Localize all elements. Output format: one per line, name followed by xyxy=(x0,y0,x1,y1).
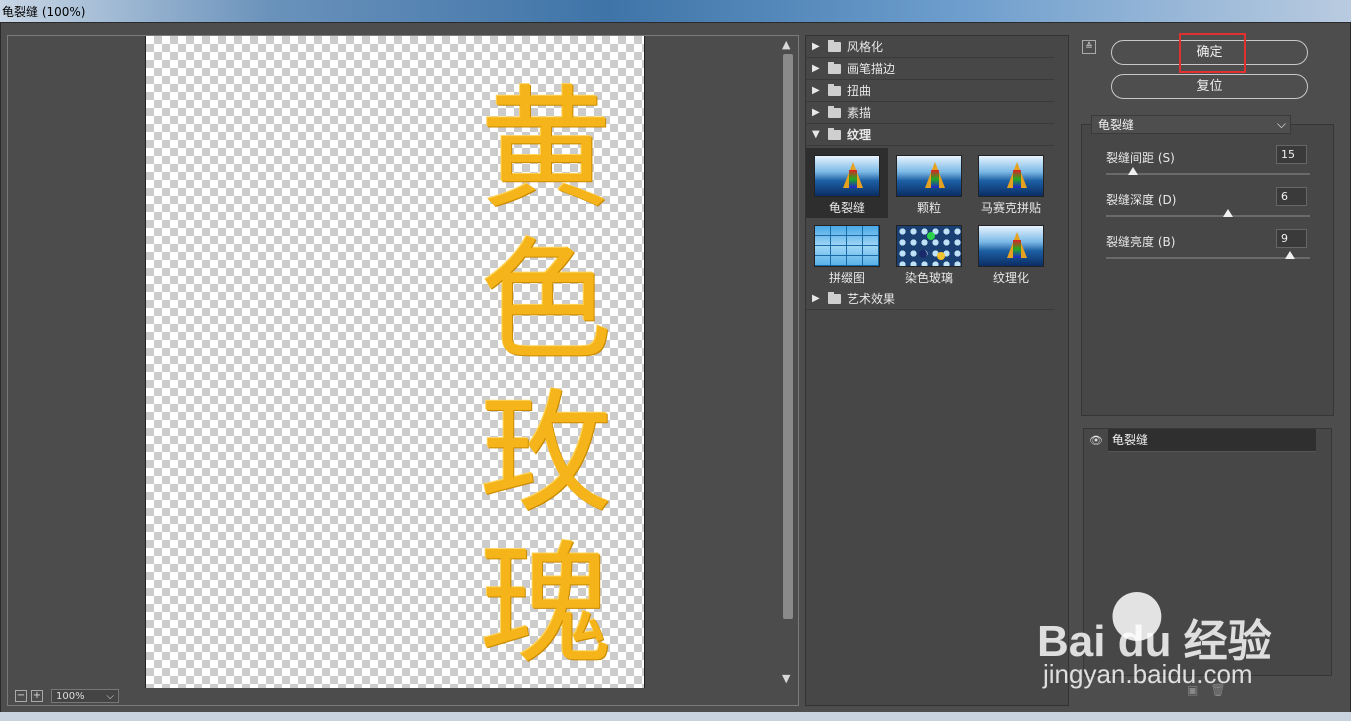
slider-knob[interactable] xyxy=(1223,209,1234,217)
stained-glass-thumbnail xyxy=(896,225,962,267)
layer-actions: ▣ 🗑 xyxy=(1187,683,1226,697)
sailboat-thumbnail xyxy=(814,155,880,197)
category-label: 纹理 xyxy=(847,128,872,142)
slider-track[interactable] xyxy=(1106,215,1310,217)
filter-list: ▶ 风格化 ▶ 画笔描边 ▶ 扭曲 ▶ 素描 ▼ 纹理 龟裂缝 颗粒 马赛克拼贴拼缀图 染色玻璃 纹理… xyxy=(805,35,1069,706)
filter-thumbnails: 龟裂缝 颗粒 马赛克拼贴拼缀图 染色玻璃 纹理化 xyxy=(806,146,1068,288)
category-label: 素描 xyxy=(847,106,872,120)
filter-thumbnail[interactable]: 染色玻璃 xyxy=(888,218,970,288)
slider-knob[interactable] xyxy=(1128,167,1139,175)
filter-thumbnail[interactable]: 颗粒 xyxy=(888,148,970,218)
settings-panel: ≙ 确定 复位 龟裂缝 ⌵ 裂缝间距 (S) 15 裂缝深度 (D) 6 裂缝亮… xyxy=(1077,33,1339,706)
preview-canvas[interactable]: 黄色玫瑰 xyxy=(145,36,645,688)
category-item[interactable]: ▶ 素描 xyxy=(806,102,1068,124)
filter-thumbnail-label: 龟裂缝 xyxy=(828,201,865,215)
collapsed-triangle-icon: ▶ xyxy=(812,107,820,118)
filter-select-value: 龟裂缝 xyxy=(1098,118,1135,132)
preview-text: 黄色玫瑰 xyxy=(476,74,616,682)
preview-char: 玫 xyxy=(480,377,612,531)
folder-icon xyxy=(828,127,841,140)
folder-icon xyxy=(828,39,841,52)
zoom-value: 100% xyxy=(56,690,85,702)
sailboat-thumbnail xyxy=(978,155,1044,197)
taskbar-strip xyxy=(0,712,1351,721)
scroll-up-icon[interactable]: ▲ xyxy=(782,38,790,51)
effect-layers-panel: 👁 龟裂缝 xyxy=(1083,428,1332,676)
param-value-input[interactable]: 15 xyxy=(1276,145,1307,164)
folder-icon xyxy=(828,83,841,96)
preview-scrollbar[interactable]: ▲ ▼ xyxy=(780,38,796,686)
chevron-down-icon: ⌵ xyxy=(1276,117,1286,131)
filter-thumbnail-label: 颗粒 xyxy=(916,201,941,215)
category-label: 扭曲 xyxy=(847,84,872,98)
category-label: 风格化 xyxy=(847,40,884,54)
filter-thumbnail[interactable]: 马赛克拼贴 xyxy=(970,148,1052,218)
collapsed-triangle-icon: ▶ xyxy=(812,293,820,304)
filter-settings-group xyxy=(1081,124,1334,416)
param-label: 裂缝深度 (D) xyxy=(1106,193,1177,207)
reset-button[interactable]: 复位 xyxy=(1111,74,1308,99)
param-value-input[interactable]: 6 xyxy=(1276,187,1307,206)
zoom-in-button[interactable]: + xyxy=(31,690,43,702)
collapsed-triangle-icon: ▶ xyxy=(812,41,820,52)
title-bar: 龟裂缝 (100%) xyxy=(0,0,1351,22)
folder-icon xyxy=(828,105,841,118)
collapsed-triangle-icon: ▶ xyxy=(812,63,820,74)
folder-icon xyxy=(828,61,841,74)
effect-layer-name: 龟裂缝 xyxy=(1108,429,1316,452)
expanded-triangle-icon: ▼ xyxy=(812,129,820,140)
slider-knob[interactable] xyxy=(1284,251,1295,259)
sailboat-thumbnail xyxy=(978,225,1044,267)
category-label: 画笔描边 xyxy=(847,62,896,76)
param-label: 裂缝间距 (S) xyxy=(1106,151,1175,165)
category-item[interactable]: ▶ 艺术效果 xyxy=(806,288,1068,310)
new-layer-icon[interactable]: ▣ xyxy=(1187,683,1198,697)
zoom-controls: − + 100% ⌵ xyxy=(15,688,119,704)
eye-icon[interactable]: 👁 xyxy=(1084,429,1108,452)
filter-thumbnail-label: 拼缀图 xyxy=(828,271,865,285)
preview-char: 黄 xyxy=(480,73,612,227)
effect-layer-row[interactable]: 👁 龟裂缝 xyxy=(1084,429,1316,452)
preview-pane: 黄色玫瑰 ▲ ▼ − + 100% ⌵ xyxy=(7,35,799,706)
ok-highlight-box xyxy=(1179,33,1246,73)
filter-thumbnail-label: 染色玻璃 xyxy=(904,271,953,285)
filter-thumbnail[interactable]: 龟裂缝 xyxy=(806,148,888,218)
preview-char: 瑰 xyxy=(480,529,612,683)
category-texture[interactable]: ▼ 纹理 xyxy=(806,124,1068,146)
window-title: 龟裂缝 (100%) xyxy=(2,5,86,19)
folder-icon xyxy=(828,291,841,304)
param-value-input[interactable]: 9 xyxy=(1276,229,1307,248)
chevron-down-icon: ⌵ xyxy=(106,690,114,702)
param-label: 裂缝亮度 (B) xyxy=(1106,235,1176,249)
filter-list-scrollbar[interactable] xyxy=(1054,36,1068,705)
tile-thumbnail xyxy=(814,225,880,267)
filter-thumbnail[interactable]: 纹理化 xyxy=(970,218,1052,288)
filter-thumbnail-label: 纹理化 xyxy=(992,271,1029,285)
slider-track[interactable] xyxy=(1106,257,1310,259)
collapsed-triangle-icon: ▶ xyxy=(812,85,820,96)
filter-thumbnail[interactable]: 拼缀图 xyxy=(806,218,888,288)
category-item[interactable]: ▶ 风格化 xyxy=(806,36,1068,58)
scroll-down-icon[interactable]: ▼ xyxy=(782,672,790,685)
trash-icon[interactable]: 🗑 xyxy=(1210,683,1225,697)
zoom-out-button[interactable]: − xyxy=(15,690,27,702)
category-item[interactable]: ▶ 扭曲 xyxy=(806,80,1068,102)
zoom-select[interactable]: 100% ⌵ xyxy=(51,689,119,703)
filter-thumbnail-label: 马赛克拼贴 xyxy=(980,201,1041,215)
scrollbar-thumb[interactable] xyxy=(783,54,793,619)
filter-select[interactable]: 龟裂缝 ⌵ xyxy=(1091,115,1291,134)
sailboat-thumbnail xyxy=(896,155,962,197)
preview-char: 色 xyxy=(480,225,612,379)
category-label: 艺术效果 xyxy=(847,292,896,306)
collapse-icon[interactable]: ≙ xyxy=(1082,40,1096,54)
category-item[interactable]: ▶ 画笔描边 xyxy=(806,58,1068,80)
